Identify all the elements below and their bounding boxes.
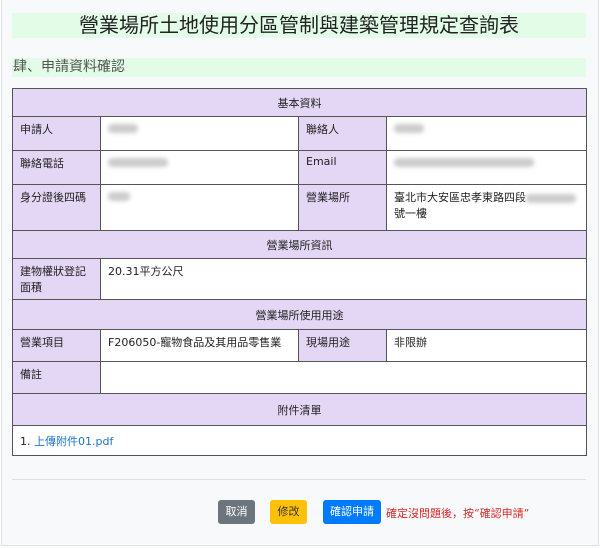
divider: [12, 479, 586, 480]
attachment-header: 附件清單: [12, 393, 587, 426]
basic-info-header: 基本資料: [12, 88, 587, 117]
remark-value: [100, 361, 587, 394]
confirm-button[interactable]: 確認申請: [323, 500, 381, 524]
current-use-label: 現場用途: [298, 329, 387, 362]
remark-label: 備註: [12, 361, 101, 394]
id-value: [100, 184, 299, 231]
email-value: [386, 150, 587, 185]
contact-value: [386, 116, 587, 151]
area-label: 建物權狀登記面積: [12, 258, 101, 300]
contact-label: 聯絡人: [298, 116, 387, 151]
attachment-link[interactable]: 上傳附件01.pdf: [34, 435, 113, 448]
usage-header: 營業場所使用用途: [12, 299, 587, 330]
id-label: 身分證後四碼: [12, 184, 101, 231]
phone-value: [100, 150, 299, 185]
phone-label: 聯絡電話: [12, 150, 101, 185]
current-use-value: 非限辦: [386, 329, 587, 362]
edit-button[interactable]: 修改: [270, 500, 307, 524]
area-value: 20.31平方公尺: [100, 258, 587, 300]
confirm-note: 確定沒問題後，按“確認申請”: [386, 507, 530, 520]
cancel-button[interactable]: 取消: [218, 500, 255, 524]
site-info-header: 營業場所資訊: [12, 230, 587, 259]
page-title: 營業場所土地使用分區管制與建築管理規定查詢表: [12, 13, 586, 38]
location-value: 臺北市大安區忠孝東路四段 號一樓: [386, 184, 587, 231]
attachment-list: 1. 上傳附件01.pdf: [12, 425, 587, 456]
application-table: 基本資料 申請人 聯絡人 聯絡電話 Email 身分證後四碼 營業場所 臺北市大…: [12, 88, 587, 456]
email-label: Email: [298, 150, 387, 185]
business-label: 營業項目: [12, 329, 101, 362]
applicant-value: [100, 116, 299, 151]
applicant-label: 申請人: [12, 116, 101, 151]
business-value: F206050-寵物食品及其用品零售業: [100, 329, 299, 362]
location-label: 營業場所: [298, 184, 387, 231]
section-heading: 肆、申請資料確認: [12, 58, 586, 77]
